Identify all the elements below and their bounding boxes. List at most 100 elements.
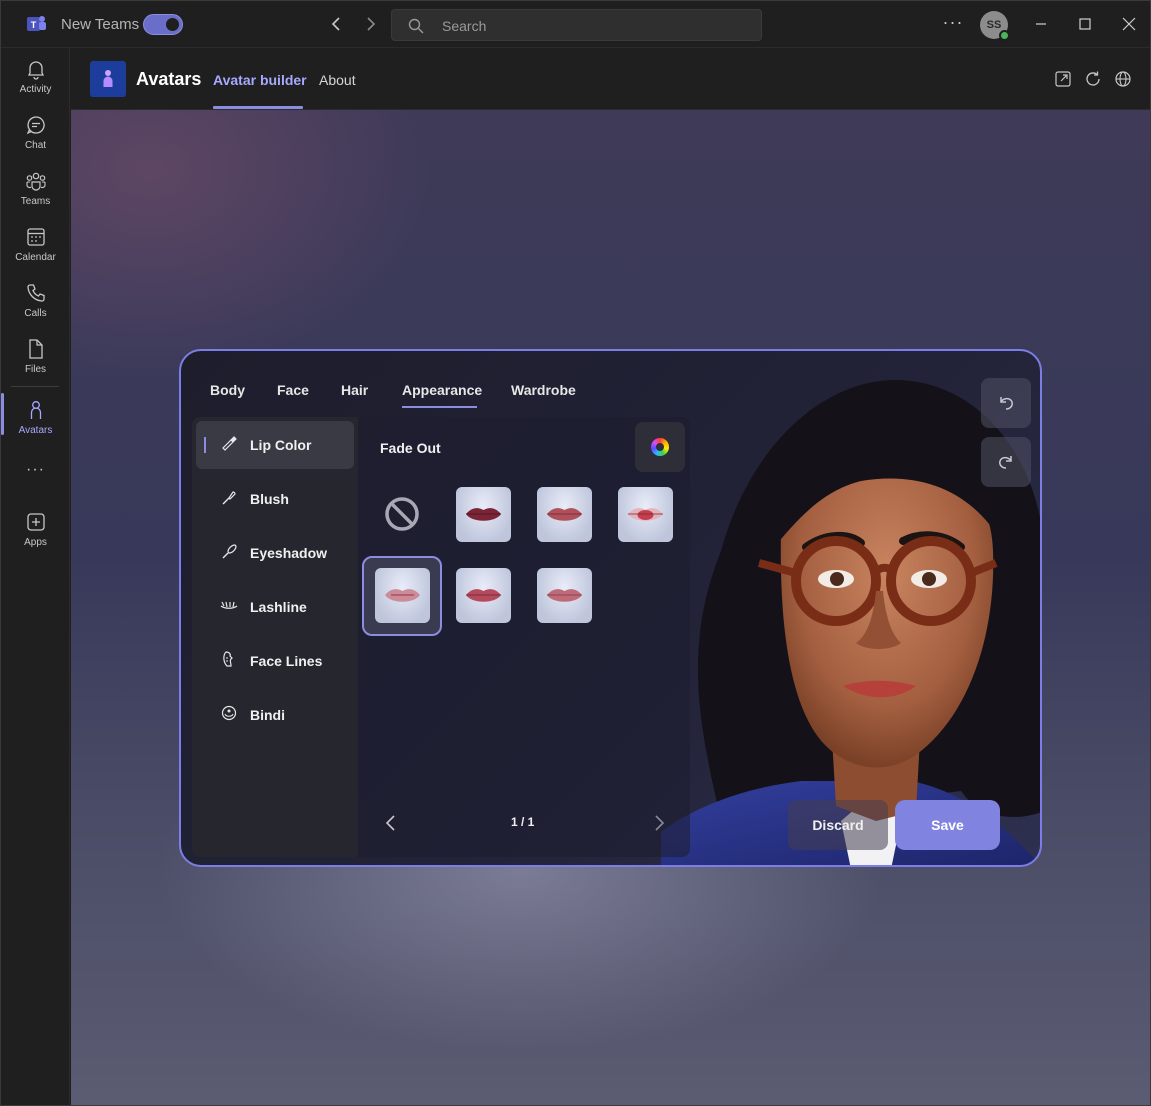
lip-color-options: Fade Out 1 / 1 xyxy=(358,417,690,857)
side-item-blush[interactable]: Blush xyxy=(196,475,354,523)
user-avatar[interactable]: SS xyxy=(980,11,1010,41)
pop-out-icon[interactable] xyxy=(1054,70,1072,88)
tab-face[interactable]: Face xyxy=(277,382,309,398)
rail-item-files[interactable]: Files xyxy=(1,338,70,390)
search-icon xyxy=(408,18,424,34)
lip-swatch-2[interactable] xyxy=(537,487,592,542)
side-item-eyeshadow[interactable]: Eyeshadow xyxy=(196,529,354,577)
lip-swatch-4-selected[interactable] xyxy=(375,568,430,623)
side-item-label: Eyeshadow xyxy=(250,545,328,561)
lip-swatch-1[interactable] xyxy=(456,487,511,542)
undo-icon xyxy=(1000,397,1013,410)
avatars-app-icon xyxy=(90,61,126,97)
rail-label: Chat xyxy=(24,140,47,151)
tab-about[interactable]: About xyxy=(319,72,356,88)
side-item-lashline[interactable]: Lashline xyxy=(196,583,354,631)
chat-icon xyxy=(26,116,45,135)
teams-window: T New Teams ··· SS Activity Chat xyxy=(0,0,1151,1106)
bell-icon xyxy=(27,61,45,80)
add-app-icon xyxy=(27,513,45,531)
page-indicator: 1 / 1 xyxy=(511,815,535,829)
appearance-subcategory-list: Lip Color Blush Eyeshadow Lashline Face … xyxy=(192,417,358,857)
presence-available-icon xyxy=(999,30,1010,41)
next-page-icon[interactable] xyxy=(652,814,666,832)
lips-icon xyxy=(466,508,501,521)
lip-swatch-5[interactable] xyxy=(456,568,511,623)
rail-item-teams[interactable]: Teams xyxy=(1,170,70,222)
chevron-left-icon xyxy=(331,17,340,31)
side-item-label: Bindi xyxy=(250,707,285,723)
rail-item-calendar[interactable]: Calendar xyxy=(1,226,70,278)
lip-swatch-3[interactable] xyxy=(618,487,673,542)
refresh-icon[interactable] xyxy=(1084,70,1102,88)
side-item-label: Lip Color xyxy=(250,437,312,453)
side-item-label: Face Lines xyxy=(250,653,323,669)
discard-button[interactable]: Discard xyxy=(788,800,888,850)
maximize-icon[interactable] xyxy=(1074,13,1096,35)
teams-icon xyxy=(26,172,46,191)
side-item-face-lines[interactable]: Face Lines xyxy=(196,637,354,685)
back-button[interactable] xyxy=(326,13,348,35)
left-rail: Activity Chat Teams Calendar Calls Files… xyxy=(1,48,70,1105)
save-button[interactable]: Save xyxy=(895,800,1000,850)
more-apps-button[interactable]: ··· xyxy=(1,461,70,479)
rail-item-activity[interactable]: Activity xyxy=(1,58,70,110)
redo-icon xyxy=(999,456,1012,469)
forward-button[interactable] xyxy=(359,13,381,35)
svg-text:T: T xyxy=(31,20,37,30)
active-category-indicator xyxy=(402,406,477,408)
phone-icon xyxy=(27,284,45,302)
rail-label: Activity xyxy=(19,84,52,95)
side-item-label: Lashline xyxy=(250,599,307,615)
rail-label: Calls xyxy=(24,308,47,319)
undo-button[interactable] xyxy=(981,378,1031,428)
app-title: Avatars xyxy=(136,69,202,89)
brush-icon xyxy=(222,491,236,505)
chevron-right-icon xyxy=(367,17,376,31)
rail-item-calls[interactable]: Calls xyxy=(1,282,70,334)
lips-icon xyxy=(628,508,663,521)
side-item-label: Blush xyxy=(250,491,289,507)
side-item-lip-color[interactable]: Lip Color xyxy=(196,421,354,469)
search-input[interactable] xyxy=(442,16,742,36)
title-bar: T New Teams ··· SS xyxy=(1,1,1150,48)
color-picker-button[interactable] xyxy=(635,422,685,472)
tab-avatar-builder[interactable]: Avatar builder xyxy=(213,72,307,88)
lip-swatch-6[interactable] xyxy=(537,568,592,623)
rail-item-chat[interactable]: Chat xyxy=(1,114,70,166)
lashline-icon xyxy=(220,601,238,609)
lips-icon xyxy=(385,589,420,602)
rail-label: Teams xyxy=(20,196,51,207)
rail-label: Calendar xyxy=(15,252,56,263)
close-icon[interactable] xyxy=(1118,13,1140,35)
calendar-icon xyxy=(27,228,45,246)
active-tab-indicator xyxy=(213,106,303,109)
no-lip-color-option[interactable] xyxy=(380,492,424,536)
tab-appearance[interactable]: Appearance xyxy=(402,382,482,398)
more-options-button[interactable]: ··· xyxy=(941,13,965,35)
side-item-bindi[interactable]: Bindi xyxy=(196,691,354,739)
rail-label: Avatars xyxy=(18,425,53,436)
rail-label: Files xyxy=(24,364,47,375)
toggle-knob xyxy=(166,18,179,31)
rail-item-apps[interactable]: Apps xyxy=(1,511,70,563)
app-name: New Teams xyxy=(61,16,140,33)
search-box[interactable] xyxy=(391,9,762,41)
person-icon xyxy=(30,401,42,419)
avatar-preview xyxy=(661,380,1040,865)
redo-button[interactable] xyxy=(981,437,1031,487)
avatar-builder-panel: Body Face Hair Appearance Wardrobe Lip C… xyxy=(179,349,1042,867)
selected-option-title: Fade Out xyxy=(380,440,441,456)
color-wheel-icon xyxy=(651,438,669,456)
new-teams-toggle[interactable] xyxy=(143,14,183,35)
globe-icon[interactable] xyxy=(1114,70,1132,88)
previous-page-icon[interactable] xyxy=(384,814,398,832)
tab-wardrobe[interactable]: Wardrobe xyxy=(511,382,576,398)
minimize-icon[interactable] xyxy=(1030,13,1052,35)
tab-hair[interactable]: Hair xyxy=(341,382,368,398)
tab-body[interactable]: Body xyxy=(210,382,245,398)
lipstick-icon xyxy=(222,436,237,451)
bindi-icon xyxy=(221,705,237,721)
face-lines-icon xyxy=(223,651,233,667)
rail-item-avatars[interactable]: Avatars xyxy=(1,393,70,451)
